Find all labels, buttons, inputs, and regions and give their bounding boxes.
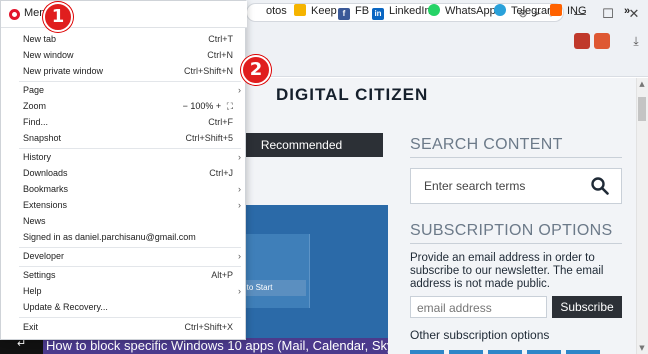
article-title[interactable]: How to block specific Windows 10 apps (M…	[43, 338, 388, 354]
social-tile[interactable]	[410, 350, 444, 354]
chevron-right-icon: ›	[238, 286, 241, 296]
chevron-right-icon: ›	[238, 152, 241, 162]
bookmark-keep[interactable]: Keep	[294, 4, 337, 18]
search-placeholder: Enter search terms	[424, 179, 526, 193]
social-tile[interactable]	[488, 350, 522, 354]
chevron-right-icon: ›	[238, 200, 241, 210]
social-tile[interactable]	[566, 350, 600, 354]
linkedin-icon: in	[372, 8, 384, 20]
site-logo[interactable]: DIGITAL CITIZEN	[276, 85, 428, 105]
chevron-right-icon: ›	[238, 85, 241, 95]
divider	[410, 157, 622, 158]
subscribe-button[interactable]: Subscribe	[552, 296, 622, 318]
bookmark-linkedin[interactable]: in LinkedIn	[372, 4, 431, 20]
opera-logo-icon	[9, 9, 20, 20]
email-field[interactable]: email address	[410, 296, 547, 318]
menu-item-exit[interactable]: Exit Ctrl+Shift+X	[1, 319, 247, 335]
zoom-out-button[interactable]: −	[183, 101, 188, 111]
chevron-right-icon: ›	[238, 184, 241, 194]
opera-menu: Menu New tab Ctrl+T New window Ctrl+N New …	[0, 0, 247, 340]
download-icon[interactable]: ⤓	[628, 33, 644, 49]
bookmark-telegram[interactable]: Telegram	[494, 4, 556, 18]
menu-item-help[interactable]: Help ›	[1, 283, 247, 299]
search-input[interactable]: Enter search terms	[410, 168, 622, 204]
other-subscription-link[interactable]: Other subscription options	[410, 328, 549, 342]
menu-item-news[interactable]: News	[1, 213, 247, 229]
bookmark-fb[interactable]: f FB	[338, 4, 369, 20]
menu-item-bookmarks[interactable]: Bookmarks ›	[1, 181, 247, 197]
menu-item-page[interactable]: Page ›	[1, 82, 247, 98]
menu-item-zoom: Zoom − 100% + ⛶	[23, 101, 233, 111]
menu-item-find[interactable]: Find... Ctrl+F	[1, 114, 247, 130]
menu-item-new-private-window[interactable]: New private window Ctrl+Shift+N	[1, 63, 247, 79]
zoom-level: 100%	[190, 101, 214, 111]
menu-item-new-window[interactable]: New window Ctrl+N	[1, 47, 247, 63]
extension-icon[interactable]	[574, 33, 590, 49]
telegram-icon	[494, 4, 506, 16]
menu-item-history[interactable]: History ›	[1, 149, 247, 165]
email-placeholder: email address	[417, 301, 492, 315]
menu-item-signed-in[interactable]: Signed in as daniel.parchisanu@gmail.com	[1, 229, 247, 245]
divider	[410, 243, 622, 244]
social-tile[interactable]	[527, 350, 561, 354]
menu-item-developer[interactable]: Developer ›	[1, 248, 247, 264]
scrollbar-thumb[interactable]	[638, 97, 646, 121]
duckduckgo-icon[interactable]	[594, 33, 610, 49]
screen: { "browser": { "window_controls": ["mini…	[0, 0, 648, 354]
whatsapp-icon	[428, 4, 440, 16]
step-badge-2: 2	[241, 55, 271, 85]
maximize-button[interactable]: ☐	[600, 7, 616, 23]
fullscreen-icon[interactable]: ⛶	[227, 101, 233, 111]
subscription-description: Provide an email address in order to sub…	[410, 252, 604, 290]
zoom-in-button[interactable]: +	[216, 101, 221, 111]
menu-item-downloads[interactable]: Downloads Ctrl+J	[1, 165, 247, 181]
menu-item-update-recovery[interactable]: Update & Recovery...	[1, 299, 247, 315]
social-tile[interactable]	[449, 350, 483, 354]
search-heading: SEARCH CONTENT	[410, 136, 563, 153]
bookmark-whatsapp[interactable]: WhatsApp	[428, 4, 496, 18]
menu-item-settings[interactable]: Settings Alt+P	[1, 267, 247, 283]
step-badge-1: 1	[43, 2, 73, 32]
search-icon[interactable]	[591, 177, 609, 195]
scroll-up-icon[interactable]: ▲	[638, 80, 646, 88]
scroll-down-icon[interactable]: ▼	[638, 344, 646, 352]
facebook-icon: f	[338, 8, 350, 20]
menu-header[interactable]: Menu	[1, 1, 247, 28]
ing-icon	[550, 4, 562, 16]
menu-separator	[19, 317, 241, 318]
menu-item-extensions[interactable]: Extensions ›	[1, 197, 247, 213]
menu-item-snapshot[interactable]: Snapshot Ctrl+Shift+5	[1, 130, 247, 146]
bookmarks-more-button[interactable]: »	[624, 4, 630, 18]
bookmark-ing[interactable]: ING	[550, 4, 587, 18]
chevron-right-icon: ›	[238, 251, 241, 261]
keep-icon	[294, 4, 306, 16]
menu-item-new-tab[interactable]: New tab Ctrl+T	[1, 31, 247, 47]
bookmark-photos[interactable]: otos	[266, 4, 287, 18]
subscription-heading: SUBSCRIPTION OPTIONS	[410, 222, 613, 239]
